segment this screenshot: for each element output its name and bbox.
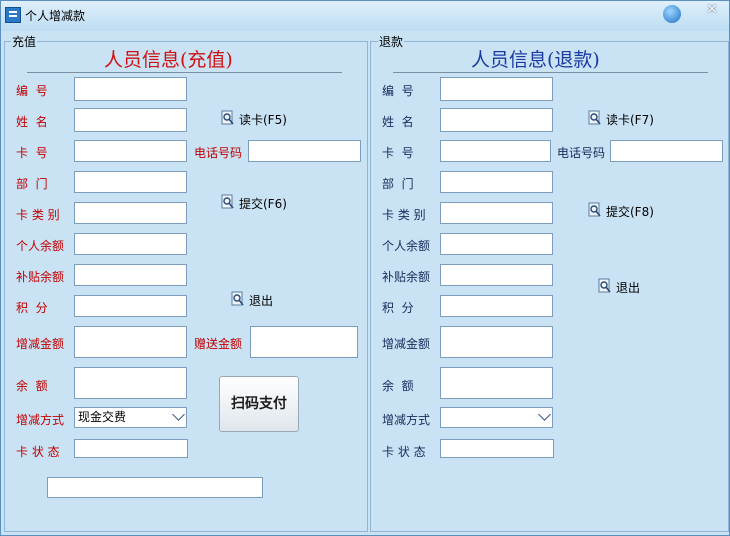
close-button[interactable]: ×: [701, 1, 723, 19]
label-balance: 个人余额: [16, 239, 65, 253]
exit-button-left[interactable]: 退出: [231, 291, 291, 309]
refund-subsidy-field[interactable]: [440, 264, 553, 286]
label-phone: 电话号码: [194, 146, 243, 160]
label-card-no: 卡 号: [16, 146, 48, 160]
label-balance: 个人余额: [382, 239, 431, 253]
refund-heading-rule: [393, 72, 708, 73]
gift-amount-field[interactable]: [250, 326, 358, 358]
recharge-heading: 人员信息(充值): [104, 49, 233, 71]
refund-card-no-field[interactable]: [440, 140, 551, 162]
exit-button-right[interactable]: 退出: [598, 278, 658, 296]
refund-read-card-label: 读卡(F7): [606, 113, 654, 127]
refund-name-field[interactable]: [440, 108, 553, 132]
label-points: 积 分: [16, 301, 48, 315]
recharge-legend: 充值: [11, 33, 38, 50]
label-dept: 部 门: [382, 177, 414, 191]
refund-points-field[interactable]: [440, 295, 553, 317]
main-window: 个人增减款 × 充值 人员信息(充值) 编 号 姓 名 卡 号 电话号码 部 门…: [0, 0, 730, 536]
chevron-down-icon: [172, 408, 185, 421]
read-card-button-right[interactable]: 读卡(F7): [588, 110, 668, 128]
label-points: 积 分: [382, 301, 414, 315]
refund-method-select[interactable]: [440, 407, 553, 428]
label-code: 编 号: [16, 84, 48, 98]
label-name: 姓 名: [382, 115, 414, 129]
submit-label: 提交(F6): [239, 197, 287, 211]
refund-submit-label: 提交(F8): [606, 205, 654, 219]
label-card-status: 卡 状 态: [382, 445, 426, 459]
refund-exit-label: 退出: [616, 281, 641, 295]
refund-card-status-field[interactable]: [440, 439, 554, 458]
label-dept: 部 门: [16, 177, 48, 191]
label-card-type: 卡 类 别: [382, 208, 426, 222]
magnifier-card-icon: [588, 110, 601, 125]
magnifier-card-icon: [221, 194, 234, 209]
card-no-field[interactable]: [74, 140, 187, 162]
refund-phone-field[interactable]: [610, 140, 723, 162]
refund-dept-field[interactable]: [440, 171, 553, 193]
recharge-heading-rule: [27, 72, 342, 73]
method-select-value: 现金交费: [78, 410, 127, 424]
read-card-button-left[interactable]: 读卡(F5): [221, 110, 301, 128]
read-card-label: 读卡(F5): [239, 113, 287, 127]
help-orb-icon[interactable]: [663, 5, 681, 23]
label-method: 增减方式: [382, 413, 431, 427]
card-type-field[interactable]: [74, 202, 187, 224]
card-status-field[interactable]: [74, 439, 188, 458]
refund-balance-field[interactable]: [440, 233, 553, 255]
balance-field[interactable]: [74, 233, 187, 255]
label-card-no: 卡 号: [382, 146, 414, 160]
label-card-type: 卡 类 别: [16, 208, 60, 222]
label-code: 编 号: [382, 84, 414, 98]
label-subsidy: 补贴余额: [382, 270, 431, 284]
window-app-icon: [5, 7, 21, 23]
bottom-status-field[interactable]: [47, 477, 263, 498]
label-name: 姓 名: [16, 115, 48, 129]
magnifier-card-icon: [231, 291, 244, 306]
refund-code-field[interactable]: [440, 77, 553, 101]
exit-label: 退出: [249, 294, 274, 308]
label-subsidy: 补贴余额: [16, 270, 65, 284]
refund-legend: 退款: [378, 33, 405, 50]
magnifier-card-icon: [598, 278, 611, 293]
label-method: 增减方式: [16, 413, 65, 427]
refund-change-amount-field[interactable]: [440, 326, 553, 358]
method-select[interactable]: 现金交费: [74, 407, 187, 428]
label-change-amount: 增减金额: [16, 337, 65, 351]
phone-field[interactable]: [248, 140, 361, 162]
remain-field[interactable]: [74, 367, 187, 399]
submit-button-right[interactable]: 提交(F8): [588, 202, 668, 220]
code-field[interactable]: [74, 77, 187, 101]
label-remain: 余 额: [16, 379, 48, 393]
label-gift-amount: 赠送金额: [194, 337, 243, 351]
dept-field[interactable]: [74, 171, 187, 193]
label-change-amount: 增减金额: [382, 337, 431, 351]
refund-remain-field[interactable]: [440, 367, 553, 399]
points-field[interactable]: [74, 295, 187, 317]
chevron-down-icon: [538, 408, 551, 421]
change-amount-field[interactable]: [74, 326, 187, 358]
label-phone: 电话号码: [557, 146, 606, 160]
subsidy-field[interactable]: [74, 264, 187, 286]
refund-heading: 人员信息(退款): [471, 49, 600, 71]
label-remain: 余 额: [382, 379, 414, 393]
title-bar: 个人增减款 ×: [1, 1, 729, 31]
submit-button-left[interactable]: 提交(F6): [221, 194, 301, 212]
scan-pay-button[interactable]: 扫码支付: [219, 376, 299, 432]
label-card-status: 卡 状 态: [16, 445, 60, 459]
name-field[interactable]: [74, 108, 187, 132]
magnifier-card-icon: [588, 202, 601, 217]
magnifier-card-icon: [221, 110, 234, 125]
refund-card-type-field[interactable]: [440, 202, 553, 224]
window-title: 个人增减款: [25, 9, 86, 23]
